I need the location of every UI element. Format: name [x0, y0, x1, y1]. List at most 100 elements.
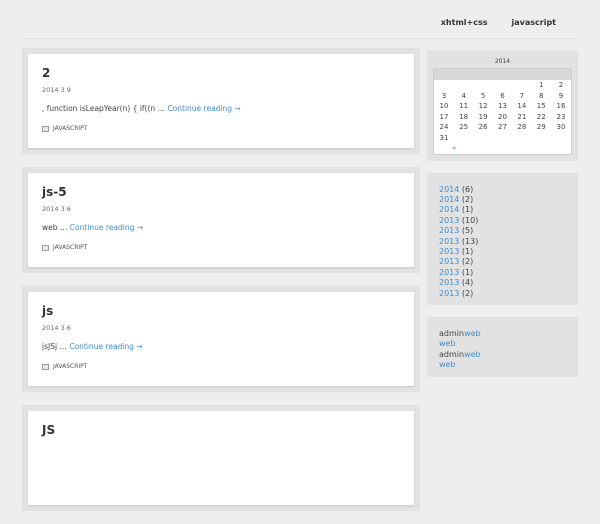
calendar-day: 23: [556, 112, 566, 121]
calendar-day: [454, 80, 473, 91]
folder-icon: [42, 125, 49, 132]
calendar-day: 3: [441, 91, 447, 100]
weekday-label: [433, 68, 454, 80]
archive-link[interactable]: 2013: [439, 216, 459, 225]
calendar-day: 4: [461, 91, 466, 100]
comment-post-link[interactable]: web: [439, 360, 456, 369]
comment-item: adminweb: [439, 350, 572, 361]
post-title[interactable]: 2: [42, 66, 400, 80]
archive-item: 2013 (1): [439, 268, 572, 278]
archive-item: 2013 (2): [439, 289, 572, 299]
comments-list: adminweb web adminweb web: [433, 329, 572, 371]
comment-post-link[interactable]: web: [464, 350, 481, 359]
archive-count: (2): [461, 257, 474, 267]
calendar-day: 28: [517, 123, 527, 132]
calendar-week-row: 12: [434, 80, 572, 91]
archive-count: (2): [461, 194, 474, 204]
weekday-label: [492, 68, 513, 80]
archive-link[interactable]: 2014: [439, 205, 459, 214]
calendar-day: 21: [517, 112, 527, 121]
weekday-label: [550, 68, 572, 80]
calendar-widget: 2014 1 2 3 4 5 6 7 8 9 10 11 12 13 14 15 16 17 18 19 20 21 22…: [427, 50, 578, 161]
weekday-label: [453, 68, 474, 80]
calendar-day: [473, 133, 492, 144]
archive-count: (10): [461, 215, 479, 225]
calendar-prev-month-link[interactable]: «: [452, 144, 456, 152]
calendar-day: 19: [478, 112, 488, 121]
category-link[interactable]: JAVASCRIPT: [53, 125, 87, 132]
post-excerpt-text: web …: [42, 223, 68, 232]
post-list: 2 2014 3 9 , function isLeapYear(n) { if…: [22, 48, 420, 524]
archive-item: 2013 (2): [439, 257, 572, 267]
continue-reading-link[interactable]: Continue reading →: [69, 342, 142, 351]
archive-link[interactable]: 2013: [439, 289, 459, 298]
calendar-day: 31: [439, 133, 449, 142]
post-date: 2014 3 6: [42, 324, 71, 332]
archive-link[interactable]: 2013: [439, 237, 459, 246]
calendar-week-row: 3 4 5 6 7 8 9: [434, 91, 572, 102]
archive-count: (2): [461, 288, 474, 298]
calendar-day: 11: [459, 102, 469, 111]
recent-comments-widget: adminweb web adminweb web: [427, 316, 578, 377]
category-link[interactable]: JAVASCRIPT: [53, 244, 87, 251]
archive-count: (4): [461, 278, 474, 288]
category-link[interactable]: JAVASCRIPT: [53, 363, 87, 370]
archive-link[interactable]: 2014: [439, 195, 459, 204]
calendar-day: 26: [478, 123, 488, 132]
archive-count: (5): [461, 226, 474, 236]
comment-post-link[interactable]: web: [439, 339, 456, 348]
calendar-day: 18: [459, 112, 469, 121]
calendar-day: 20: [498, 112, 507, 121]
archive-link[interactable]: 2014: [439, 185, 459, 194]
sidebar: 2014 1 2 3 4 5 6 7 8 9 10 11 12 13 14 15 16 17 18 19 20 21 22…: [427, 50, 578, 389]
post-excerpt-text: jsJSj …: [42, 342, 67, 351]
archive-link[interactable]: 2013: [439, 257, 459, 266]
post-excerpt-text: , function isLeapYear(n) { if((n …: [42, 104, 166, 113]
nav-item-javascript[interactable]: javascript: [512, 18, 557, 27]
archive-item: 2013 (13): [439, 237, 572, 247]
archive-link[interactable]: 2013: [439, 247, 459, 256]
archive-count: (6): [461, 184, 474, 194]
calendar-day: 2: [558, 81, 564, 90]
calendar-day: 14: [517, 102, 527, 111]
post-title[interactable]: js-5: [42, 185, 400, 199]
calendar-day: [512, 133, 531, 144]
calendar-day: [512, 80, 531, 91]
post-date: 2014 3 9: [42, 86, 71, 94]
calendar-caption: 2014: [494, 58, 511, 65]
calendar-day: 30: [556, 123, 566, 132]
calendar-day: 7: [519, 91, 525, 100]
comment-item: web: [439, 339, 572, 350]
calendar-day: 13: [498, 102, 507, 111]
calendar-day: 8: [539, 91, 544, 100]
comment-author: admin: [439, 349, 465, 359]
calendar-day: [493, 80, 512, 91]
calendar-week-row: 31: [434, 133, 572, 144]
calendar-day: 1: [539, 81, 544, 90]
archive-link[interactable]: 2013: [439, 226, 459, 235]
comment-item: adminweb: [439, 329, 572, 340]
archive-link[interactable]: 2013: [439, 278, 459, 287]
archive-item: 2014 (2): [439, 195, 572, 205]
post-title[interactable]: js: [42, 304, 400, 318]
calendar-day: [434, 80, 454, 91]
post-excerpt: jsJSj … Continue reading →: [42, 342, 400, 351]
post: 2 2014 3 9 , function isLeapYear(n) { if…: [28, 54, 414, 148]
calendar-day: 10: [439, 102, 449, 111]
nav-item-xhtml-css[interactable]: xhtml+css: [441, 18, 488, 27]
calendar-day: 6: [500, 91, 505, 100]
archive-link[interactable]: 2013: [439, 268, 459, 277]
calendar-day: 25: [459, 123, 469, 132]
calendar-day: 9: [558, 91, 564, 100]
continue-reading-link[interactable]: Continue reading →: [70, 223, 143, 232]
calendar-day: 27: [498, 123, 507, 132]
archive-item: 2013 (5): [439, 226, 572, 236]
archive-item: 2013 (10): [439, 216, 572, 226]
post-category: JAVASCRIPT: [42, 363, 400, 370]
archive-count: (1): [461, 267, 474, 277]
calendar-week-row: 17 18 19 20 21 22 23: [434, 112, 572, 123]
post-title[interactable]: JS: [42, 423, 400, 437]
comment-post-link[interactable]: web: [464, 329, 481, 338]
continue-reading-link[interactable]: Continue reading →: [167, 104, 240, 113]
archive-item: 2013 (4): [439, 278, 572, 288]
